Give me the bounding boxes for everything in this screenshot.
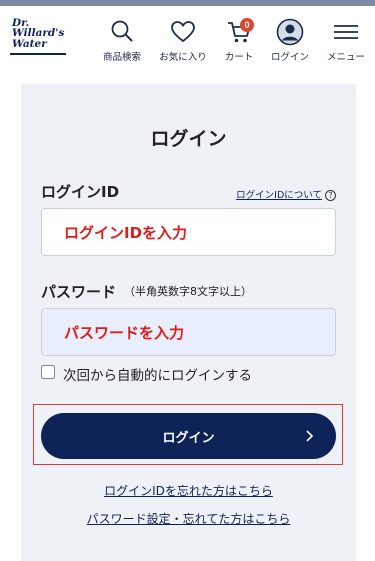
password-label: パスワード	[41, 283, 117, 301]
about-login-id-text: ログインIDについて	[236, 190, 322, 201]
login-id-placeholder: ログインIDを入力	[64, 224, 188, 242]
chevron-right-icon	[306, 430, 314, 442]
nav-login-label: ログイン	[270, 52, 309, 63]
login-id-input[interactable]: ログインIDを入力	[41, 208, 336, 256]
nav-cart-label: カート	[224, 52, 254, 63]
nav-favorites-label: お気に入り	[159, 52, 207, 63]
forgot-id-link[interactable]: ログインIDを忘れた方はこちら	[104, 484, 273, 498]
logo-line-3: Water	[12, 38, 47, 50]
nav-login[interactable]: ログイン	[261, 18, 319, 64]
password-placeholder: パスワードを入力	[64, 324, 185, 342]
nav-menu[interactable]: メニュー	[317, 18, 375, 64]
site-header: Dr. Willard's Water 商品検索 お気に入り 0 カート ログイ…	[0, 6, 375, 66]
checkbox-box[interactable]	[41, 365, 55, 379]
login-submit-label: ログイン	[162, 431, 215, 446]
nav-favorites[interactable]: お気に入り	[154, 18, 212, 64]
forgot-password-link[interactable]: パスワード設定・忘れてた方はこちら	[87, 512, 291, 526]
nav-search-label: 商品検索	[102, 52, 141, 63]
password-input[interactable]: パスワードを入力	[41, 308, 336, 356]
question-icon: ?	[325, 190, 336, 201]
search-icon	[111, 20, 133, 42]
user-icon	[276, 18, 304, 46]
brand-logo[interactable]: Dr. Willard's Water	[10, 17, 68, 61]
forgot-password-link-row: パスワード設定・忘れてた方はこちら	[21, 510, 356, 527]
forgot-id-link-row: ログインIDを忘れた方はこちら	[21, 482, 356, 499]
password-hint: （半角英数字8文字以上）	[124, 285, 252, 298]
logo-underline	[10, 53, 66, 55]
login-card: ログイン ログインID ログインIDについて? ログインIDを入力 パスワード …	[21, 84, 356, 561]
nav-cart[interactable]: 0 カート	[210, 18, 268, 64]
login-id-label: ログインID	[41, 183, 120, 201]
nav-search[interactable]: 商品検索	[93, 18, 151, 64]
menu-icon	[334, 25, 358, 39]
page-title: ログイン	[150, 128, 227, 150]
cart-count-badge: 0	[240, 18, 254, 32]
logo-line-2: Willard's	[12, 27, 65, 39]
nav-menu-label: メニュー	[326, 52, 365, 63]
remember-me-label: 次回から自動的にログインする	[63, 368, 252, 384]
login-submit-button[interactable]: ログイン	[41, 413, 336, 459]
heart-icon	[171, 21, 195, 43]
about-login-id-link[interactable]: ログインIDについて?	[236, 187, 336, 201]
